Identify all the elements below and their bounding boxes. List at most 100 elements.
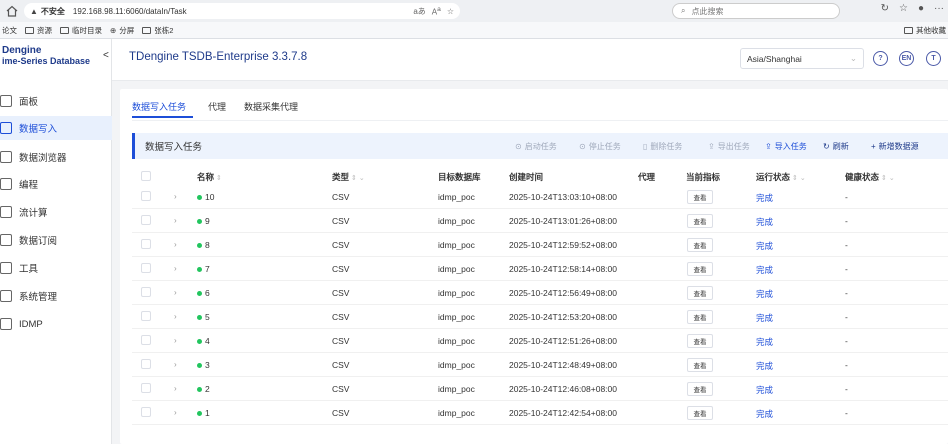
expand-row-icon[interactable]: › — [174, 312, 177, 321]
address-bar[interactable]: ▲ 不安全 192.168.98.11:6060/dataIn/Task aあ … — [24, 3, 460, 19]
profile-avatar-icon[interactable]: ● — [918, 3, 924, 14]
row-checkbox[interactable] — [141, 383, 151, 393]
expand-row-icon[interactable]: › — [174, 384, 177, 393]
row-checkbox[interactable] — [141, 263, 151, 273]
row-checkbox[interactable] — [141, 191, 151, 201]
delete-task-button[interactable]: ▯ 删除任务 — [643, 141, 682, 152]
bookmark-item[interactable]: 论文 — [2, 25, 17, 36]
read-aloud-icon[interactable]: aあ — [413, 6, 425, 17]
table-row[interactable]: › 1 CSV idmp_poc 2025-10-24T12:42:54+08:00 查看… — [132, 401, 948, 425]
sidebar-item-subscription[interactable]: 数据订阅 — [0, 228, 112, 252]
sidebar-item-programming[interactable]: 编程 — [0, 172, 112, 196]
view-metrics-button[interactable]: 查看 — [687, 238, 713, 252]
more-menu-icon[interactable]: ··· — [934, 3, 944, 14]
favorites-icon[interactable]: ☆ — [899, 3, 908, 14]
checkbox[interactable] — [141, 171, 151, 181]
view-metrics-button[interactable]: 查看 — [687, 382, 713, 396]
task-name-cell[interactable]: 8 — [197, 240, 210, 250]
sort-icon[interactable]: ⇕ ⌄ — [881, 175, 895, 182]
expand-row-icon[interactable]: › — [174, 192, 177, 201]
task-name-cell[interactable]: 9 — [197, 216, 210, 226]
sidebar-item-stream[interactable]: 流计算 — [0, 200, 112, 224]
sidebar-item-data-browser[interactable]: 数据浏览器 — [0, 145, 112, 169]
sidebar-item-system[interactable]: 系统管理 — [0, 284, 112, 308]
table-row[interactable]: › 6 CSV idmp_poc 2025-10-24T12:56:49+08:00 查看… — [132, 281, 948, 305]
col-header-name[interactable]: 名称 ⇕ — [197, 171, 222, 185]
bookmark-item[interactable]: 临时目录 — [60, 25, 102, 36]
help-button[interactable]: ? — [873, 51, 888, 66]
task-name-cell[interactable]: 5 — [197, 312, 210, 322]
theme-button[interactable]: T — [926, 51, 941, 66]
text-size-icon[interactable]: Aa — [432, 6, 441, 17]
view-metrics-button[interactable]: 查看 — [687, 286, 713, 300]
row-checkbox[interactable] — [141, 287, 151, 297]
row-checkbox[interactable] — [141, 215, 151, 225]
col-header-type[interactable]: 类型 ⇕ ⌄ — [332, 171, 365, 185]
table-row[interactable]: › 7 CSV idmp_poc 2025-10-24T12:58:14+08:00 查看… — [132, 257, 948, 281]
table-row[interactable]: › 2 CSV idmp_poc 2025-10-24T12:46:08+08:00 查看… — [132, 377, 948, 401]
bookmark-item[interactable]: 资源 — [25, 25, 52, 36]
expand-row-icon[interactable]: › — [174, 336, 177, 345]
view-metrics-button[interactable]: 查看 — [687, 334, 713, 348]
import-task-button[interactable]: ⇪ 导入任务 — [765, 141, 807, 152]
expand-row-icon[interactable]: › — [174, 288, 177, 297]
home-icon[interactable] — [5, 4, 19, 18]
collapse-sidebar-icon[interactable]: < — [103, 50, 109, 61]
row-checkbox[interactable] — [141, 239, 151, 249]
favorite-star-icon[interactable]: ☆ — [447, 7, 454, 16]
task-name-cell[interactable]: 3 — [197, 360, 210, 370]
view-metrics-button[interactable]: 查看 — [687, 190, 713, 204]
sidebar-item-tools[interactable]: 工具 — [0, 256, 112, 280]
expand-row-icon[interactable]: › — [174, 216, 177, 225]
tab-write-tasks[interactable]: 数据写入任务 — [132, 100, 194, 118]
expand-row-icon[interactable]: › — [174, 240, 177, 249]
task-name-cell[interactable]: 4 — [197, 336, 210, 346]
table-row[interactable]: › 3 CSV idmp_poc 2025-10-24T12:48:49+08:00 查看… — [132, 353, 948, 377]
view-metrics-button[interactable]: 查看 — [687, 310, 713, 324]
task-name-cell[interactable]: 1 — [197, 408, 210, 418]
col-header-health[interactable]: 健康状态 ⇕ ⌄ — [845, 171, 895, 185]
other-bookmarks[interactable]: 其他收藏 — [904, 25, 946, 36]
tab-agent[interactable]: 代理 — [201, 100, 233, 118]
select-all-checkbox[interactable] — [141, 171, 151, 185]
sidebar-item-dashboard[interactable]: 面板 — [0, 89, 112, 113]
sort-icon[interactable]: ⇕ ⌄ — [351, 175, 365, 182]
task-name-cell[interactable]: 6 — [197, 288, 210, 298]
bookmark-item[interactable]: 张栋2 — [142, 25, 173, 36]
col-header-run-status[interactable]: 运行状态 ⇕ ⌄ — [756, 171, 806, 185]
table-row[interactable]: › 10 CSV idmp_poc 2025-10-24T13:03:10+08:00 查… — [132, 185, 948, 209]
task-name-cell[interactable]: 2 — [197, 384, 210, 394]
table-row[interactable]: › 8 CSV idmp_poc 2025-10-24T12:59:52+08:00 查看… — [132, 233, 948, 257]
sidebar-item-idmp[interactable]: IDMP — [0, 312, 112, 336]
refresh-browser-icon[interactable]: ↻ — [881, 3, 889, 14]
add-datasource-button[interactable]: + 新增数据源 — [871, 141, 919, 152]
task-name-cell[interactable]: 7 — [197, 264, 210, 274]
sort-icon[interactable]: ⇕ ⌄ — [792, 175, 806, 182]
refresh-button[interactable]: ↻ 刷新 — [823, 141, 849, 152]
sort-icon[interactable]: ⇕ — [216, 175, 222, 182]
table-row[interactable]: › 4 CSV idmp_poc 2025-10-24T12:51:26+08:00 查看… — [132, 329, 948, 353]
export-task-button[interactable]: ⇪ 导出任务 — [708, 141, 750, 152]
table-row[interactable]: › 5 CSV idmp_poc 2025-10-24T12:53:20+08:00 查看… — [132, 305, 948, 329]
tab-collect-agent[interactable]: 数据采集代理 — [237, 100, 305, 118]
language-button[interactable]: EN — [899, 51, 914, 66]
row-checkbox[interactable] — [141, 335, 151, 345]
start-task-button[interactable]: ⊙ 启动任务 — [515, 141, 557, 152]
timezone-select[interactable]: Asia/Shanghai ⌄ — [740, 48, 864, 69]
task-name-cell[interactable]: 10 — [197, 192, 214, 202]
browser-search-input[interactable]: ⌕ 点此搜索 — [672, 3, 840, 19]
row-checkbox[interactable] — [141, 359, 151, 369]
view-metrics-button[interactable]: 查看 — [687, 214, 713, 228]
sidebar-item-data-in[interactable]: 数据写入 — [0, 116, 112, 140]
expand-row-icon[interactable]: › — [174, 360, 177, 369]
row-checkbox[interactable] — [141, 311, 151, 321]
expand-row-icon[interactable]: › — [174, 264, 177, 273]
stop-task-button[interactable]: ⊙ 停止任务 — [579, 141, 621, 152]
table-row[interactable]: › 9 CSV idmp_poc 2025-10-24T13:01:26+08:00 查看… — [132, 209, 948, 233]
expand-row-icon[interactable]: › — [174, 408, 177, 417]
view-metrics-button[interactable]: 查看 — [687, 262, 713, 276]
view-metrics-button[interactable]: 查看 — [687, 358, 713, 372]
row-checkbox[interactable] — [141, 407, 151, 417]
bookmark-item[interactable]: ⊕ 分屏 — [110, 25, 134, 36]
view-metrics-button[interactable]: 查看 — [687, 406, 713, 420]
